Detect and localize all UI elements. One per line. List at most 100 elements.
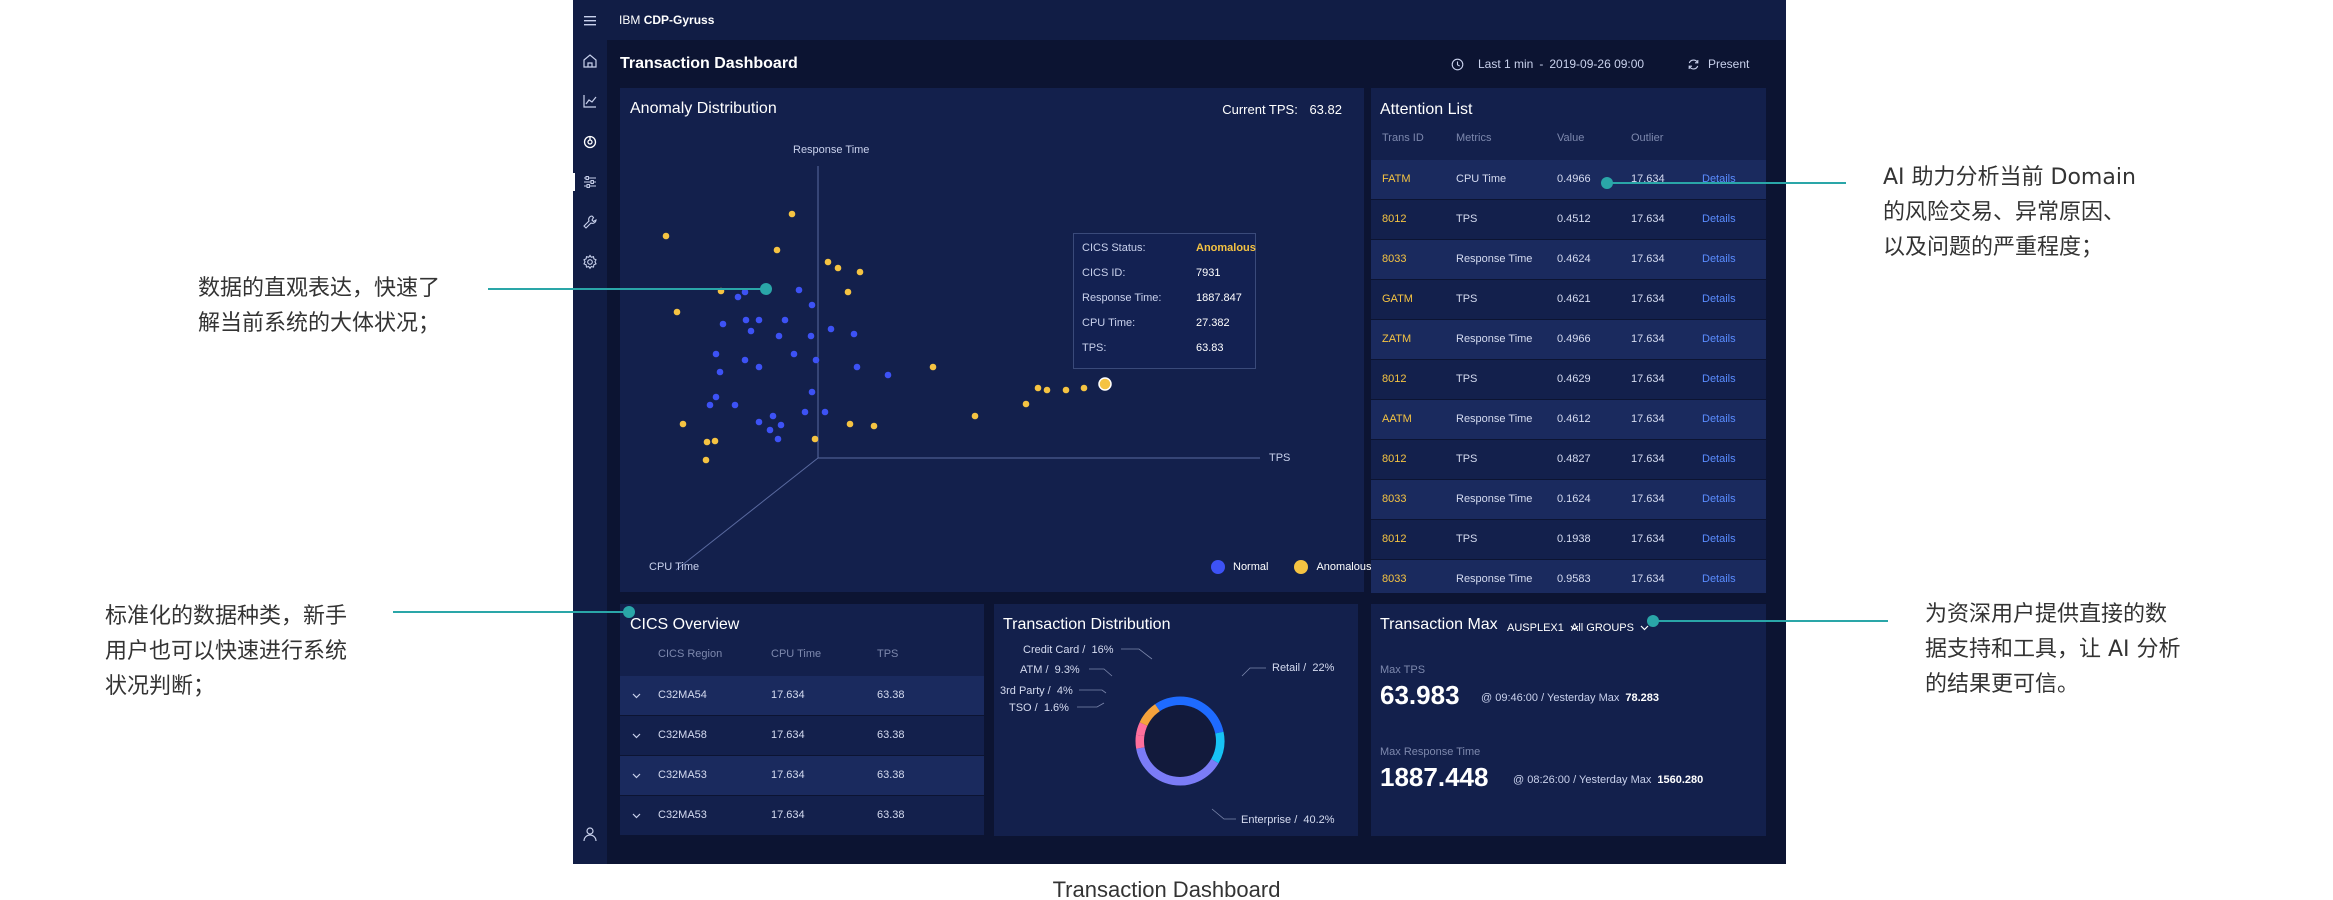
normal-point[interactable] bbox=[808, 388, 816, 396]
legend-anomalous[interactable]: Anomalous bbox=[1294, 560, 1372, 574]
anomalous-point[interactable] bbox=[673, 308, 681, 316]
details-link[interactable]: Details bbox=[1702, 333, 1736, 345]
normal-point[interactable] bbox=[777, 421, 785, 429]
normal-point[interactable] bbox=[766, 426, 774, 434]
normal-point[interactable] bbox=[801, 408, 809, 416]
chevron-down-icon[interactable] bbox=[632, 693, 641, 699]
normal-point[interactable] bbox=[827, 325, 835, 333]
anomalous-point[interactable] bbox=[846, 420, 854, 428]
anomalous-point[interactable] bbox=[1062, 386, 1070, 394]
details-link[interactable]: Details bbox=[1702, 453, 1736, 465]
anomalous-point[interactable] bbox=[773, 246, 781, 254]
table-row[interactable]: C32MA58 17.634 63.38 bbox=[620, 716, 984, 756]
normal-point[interactable] bbox=[795, 286, 803, 294]
legend-normal[interactable]: Normal bbox=[1211, 560, 1268, 574]
home-icon[interactable] bbox=[581, 52, 599, 70]
anomalous-point[interactable] bbox=[702, 456, 710, 464]
gear-icon[interactable] bbox=[581, 253, 599, 271]
normal-point[interactable] bbox=[734, 293, 742, 301]
table-row[interactable]: ZATM Response Time 0.4966 17.634 Details bbox=[1371, 320, 1766, 360]
table-row[interactable]: C32MA53 17.634 63.38 bbox=[620, 796, 984, 836]
normal-point[interactable] bbox=[706, 401, 714, 409]
highlighted-point[interactable] bbox=[1098, 377, 1112, 391]
normal-point[interactable] bbox=[781, 316, 789, 324]
table-row[interactable]: FATM CPU Time 0.4966 17.634 Details bbox=[1371, 160, 1766, 200]
anomalous-point[interactable] bbox=[824, 258, 832, 266]
anomalous-point[interactable] bbox=[711, 437, 719, 445]
anomalous-point[interactable] bbox=[834, 264, 842, 272]
line-chart-icon[interactable] bbox=[581, 92, 599, 110]
donut-chart[interactable] bbox=[994, 604, 1358, 836]
groups-dropdown[interactable]: All GROUPS bbox=[1571, 622, 1649, 634]
details-link[interactable]: Details bbox=[1702, 373, 1736, 385]
anomalous-point[interactable] bbox=[679, 420, 687, 428]
anomalous-point[interactable] bbox=[703, 438, 711, 446]
anomalous-point[interactable] bbox=[1043, 386, 1051, 394]
segment-3rd-party[interactable] bbox=[1135, 722, 1150, 737]
details-link[interactable]: Details bbox=[1702, 213, 1736, 225]
normal-point[interactable] bbox=[774, 435, 782, 443]
normal-point[interactable] bbox=[747, 327, 755, 335]
normal-point[interactable] bbox=[769, 412, 777, 420]
normal-point[interactable] bbox=[712, 393, 720, 401]
table-row[interactable]: 8033 Response Time 0.1624 17.634 Details bbox=[1371, 480, 1766, 520]
table-row[interactable]: 8033 Response Time 0.9583 17.634 Details bbox=[1371, 560, 1766, 593]
table-row[interactable]: 8012 TPS 0.1938 17.634 Details bbox=[1371, 520, 1766, 560]
details-link[interactable]: Details bbox=[1702, 493, 1736, 505]
chevron-down-icon[interactable] bbox=[632, 813, 641, 819]
normal-point[interactable] bbox=[731, 401, 739, 409]
normal-point[interactable] bbox=[884, 371, 892, 379]
table-row[interactable]: C32MA53 17.634 63.38 bbox=[620, 756, 984, 796]
normal-point[interactable] bbox=[850, 330, 858, 338]
analytics-icon[interactable] bbox=[581, 133, 599, 151]
anomalous-point[interactable] bbox=[1034, 384, 1042, 392]
table-row[interactable]: 8012 TPS 0.4827 17.634 Details bbox=[1371, 440, 1766, 480]
normal-point[interactable] bbox=[716, 368, 724, 376]
table-row[interactable]: 8012 TPS 0.4629 17.634 Details bbox=[1371, 360, 1766, 400]
table-row[interactable]: AATM Response Time 0.4612 17.634 Details bbox=[1371, 400, 1766, 440]
normal-point[interactable] bbox=[755, 316, 763, 324]
table-row[interactable]: GATM TPS 0.4621 17.634 Details bbox=[1371, 280, 1766, 320]
anomalous-point[interactable] bbox=[929, 363, 937, 371]
anomalous-point[interactable] bbox=[662, 232, 670, 240]
normal-point[interactable] bbox=[790, 350, 798, 358]
anomalous-point[interactable] bbox=[788, 210, 796, 218]
details-link[interactable]: Details bbox=[1702, 573, 1736, 585]
details-link[interactable]: Details bbox=[1702, 533, 1736, 545]
normal-point[interactable] bbox=[755, 418, 763, 426]
details-link[interactable]: Details bbox=[1702, 293, 1736, 305]
segment-tso[interactable] bbox=[1135, 734, 1148, 749]
normal-point[interactable] bbox=[808, 301, 816, 309]
time-range-selector[interactable]: Last 1 min - 2019-09-26 09:00 bbox=[1451, 57, 1644, 71]
present-button[interactable]: Present bbox=[1687, 57, 1749, 71]
normal-point[interactable] bbox=[812, 356, 820, 364]
normal-point[interactable] bbox=[775, 332, 783, 340]
normal-point[interactable] bbox=[742, 316, 750, 324]
normal-point[interactable] bbox=[821, 408, 829, 416]
wrench-icon[interactable] bbox=[581, 213, 599, 231]
normal-point[interactable] bbox=[755, 363, 763, 371]
filter-settings-icon[interactable] bbox=[581, 173, 599, 191]
anomalous-point[interactable] bbox=[856, 268, 864, 276]
table-row[interactable]: 8033 Response Time 0.4624 17.634 Details bbox=[1371, 240, 1766, 280]
normal-point[interactable] bbox=[807, 332, 815, 340]
normal-point[interactable] bbox=[741, 356, 749, 364]
menu-icon[interactable] bbox=[581, 10, 599, 30]
table-row[interactable]: C32MA54 17.634 63.38 bbox=[620, 676, 984, 716]
plex-dropdown[interactable]: AUSPLEX1 bbox=[1507, 622, 1579, 634]
anomalous-point[interactable] bbox=[811, 435, 819, 443]
user-icon[interactable] bbox=[581, 825, 599, 843]
anomalous-point[interactable] bbox=[844, 288, 852, 296]
table-row[interactable]: 8012 TPS 0.4512 17.634 Details bbox=[1371, 200, 1766, 240]
chevron-down-icon[interactable] bbox=[632, 773, 641, 779]
chevron-down-icon[interactable] bbox=[632, 733, 641, 739]
details-link[interactable]: Details bbox=[1702, 253, 1736, 265]
anomalous-point[interactable] bbox=[870, 422, 878, 430]
normal-point[interactable] bbox=[853, 363, 861, 371]
anomalous-point[interactable] bbox=[971, 412, 979, 420]
details-link[interactable]: Details bbox=[1702, 413, 1736, 425]
normal-point[interactable] bbox=[719, 320, 727, 328]
anomalous-point[interactable] bbox=[1022, 400, 1030, 408]
normal-point[interactable] bbox=[712, 350, 720, 358]
anomalous-point[interactable] bbox=[1080, 384, 1088, 392]
